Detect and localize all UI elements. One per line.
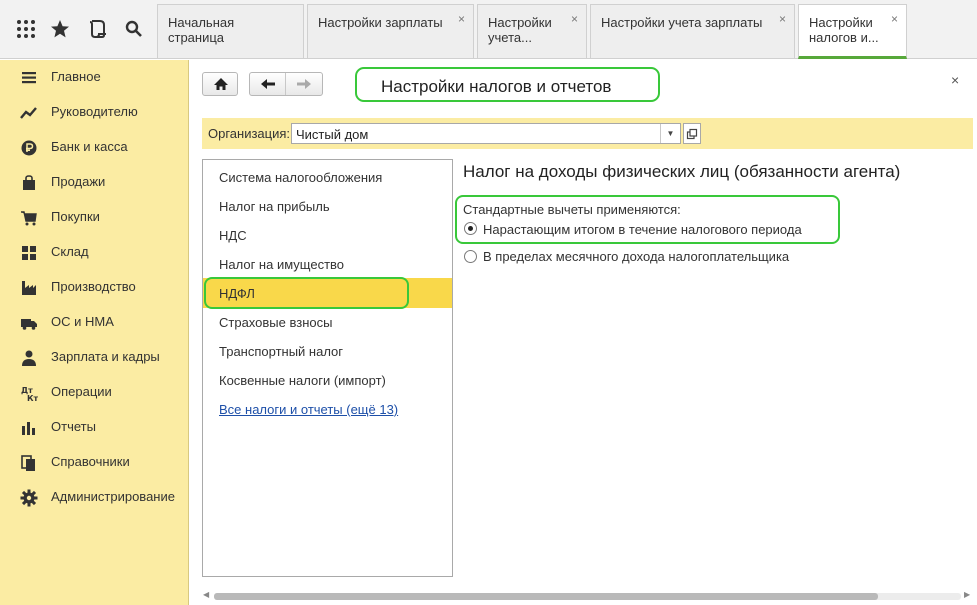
all-taxes-link[interactable]: Все налоги и отчеты (ещё 13): [219, 402, 398, 417]
sidebar-item-warehouse[interactable]: Склад: [0, 239, 189, 267]
truck-icon: [20, 314, 38, 332]
sidebar-item-label: Банк и касса: [51, 139, 128, 154]
sidebar-item-label: ОС и НМА: [51, 314, 114, 329]
cart-icon: [20, 209, 38, 227]
radio-cumulative-label[interactable]: Нарастающим итогом в течение налогового …: [483, 222, 802, 237]
horizontal-scrollbar[interactable]: ◀ ▶: [202, 590, 973, 602]
sidebar-item-reports[interactable]: Отчеты: [0, 414, 189, 442]
chevron-down-icon[interactable]: ▼: [660, 124, 680, 143]
favorites-star-icon[interactable]: [48, 17, 72, 41]
apps-grid-icon[interactable]: [14, 17, 38, 41]
organization-bar: Организация: Чистый дом ▼: [202, 118, 973, 149]
tab-label: Начальная страница: [168, 15, 235, 45]
deductions-group-label: Стандартные вычеты применяются:: [463, 202, 681, 217]
sidebar-item-label: Руководителю: [51, 104, 138, 119]
list-item-insurance[interactable]: Страховые взносы: [219, 315, 332, 330]
sidebar-item-sales[interactable]: Продажи: [0, 169, 189, 197]
tab-label: Настройки учета зарплаты: [601, 15, 763, 30]
list-item-profit-tax[interactable]: Налог на прибыль: [219, 199, 330, 214]
list-item-transport-tax[interactable]: Транспортный налог: [219, 344, 343, 359]
scroll-thumb[interactable]: [214, 593, 878, 600]
svg-text:Кт: Кт: [27, 394, 38, 402]
sidebar-item-admin[interactable]: Администрирование: [0, 484, 189, 512]
sidebar-item-manager[interactable]: Руководителю: [0, 99, 189, 127]
sidebar-item-production[interactable]: Производство: [0, 274, 189, 302]
radio-cumulative[interactable]: [464, 222, 477, 235]
top-toolbar: [0, 0, 156, 59]
sidebar-item-hr[interactable]: Зарплата и кадры: [0, 344, 189, 372]
factory-icon: [20, 279, 38, 297]
tab-accounting-settings[interactable]: Настройки учета... ×: [477, 4, 587, 58]
books-icon: [20, 454, 38, 472]
sidebar-item-label: Покупки: [51, 209, 100, 224]
sidebar-item-label: Администрирование: [51, 489, 175, 504]
sidebar-item-label: Отчеты: [51, 419, 96, 434]
home-button[interactable]: [202, 72, 238, 96]
home-icon: [214, 78, 228, 90]
dt-kt-icon: Дт Кт: [20, 384, 39, 403]
menu-lines-icon: [20, 69, 38, 87]
arrow-left-icon: [261, 79, 275, 89]
ndfl-highlight-box: [204, 277, 409, 309]
back-button[interactable]: [250, 73, 286, 95]
sidebar-item-label: Зарплата и кадры: [51, 349, 160, 364]
list-item-indirect-taxes[interactable]: Косвенные налоги (импорт): [219, 373, 386, 388]
tab-label: Настройки налогов и...: [809, 15, 879, 45]
sidebar-item-purchases[interactable]: Покупки: [0, 204, 189, 232]
sidebar-item-bank[interactable]: Банк и касса: [0, 134, 189, 162]
sidebar-item-label: Главное: [51, 69, 101, 84]
search-icon[interactable]: [122, 17, 146, 41]
sidebar-item-label: Справочники: [51, 454, 130, 469]
sidebar-item-catalogs[interactable]: Справочники: [0, 449, 189, 477]
tab-label: Настройки зарплаты: [318, 15, 443, 30]
trend-chart-icon: [20, 104, 38, 122]
person-icon: [20, 349, 38, 367]
scroll-right-icon[interactable]: ▶: [964, 590, 970, 599]
ruble-coin-icon: [20, 139, 38, 157]
tab-home[interactable]: Начальная страница: [157, 4, 304, 58]
arrow-right-icon: [297, 79, 311, 89]
top-bar: Начальная страница Настройки зарплаты × …: [0, 0, 977, 59]
section-heading: Налог на доходы физических лиц (обязанно…: [463, 162, 901, 181]
warehouse-icon: [20, 244, 38, 262]
sidebar: Главное Руководителю Банк и касса Продаж…: [0, 60, 189, 605]
tax-sections-list: Система налогообложения Налог на прибыль…: [202, 159, 453, 577]
open-organization-button[interactable]: [683, 123, 701, 144]
history-icon[interactable]: [86, 17, 110, 41]
list-item-vat[interactable]: НДС: [219, 228, 247, 243]
sidebar-item-label: Операции: [51, 384, 112, 399]
organization-label: Организация:: [208, 126, 291, 141]
nav-buttons: [249, 72, 323, 96]
page-title-box: Настройки налогов и отчетов: [355, 67, 660, 102]
scroll-left-icon[interactable]: ◀: [203, 590, 209, 599]
tab-close-icon[interactable]: ×: [458, 12, 465, 27]
tab-close-icon[interactable]: ×: [891, 12, 898, 27]
list-item-tax-system[interactable]: Система налогообложения: [219, 170, 382, 185]
close-icon[interactable]: ×: [951, 72, 959, 88]
open-link-icon: [686, 128, 698, 140]
tab-label: Настройки учета...: [488, 15, 552, 45]
tab-tax-settings[interactable]: Настройки налогов и... ×: [798, 4, 907, 59]
tab-close-icon[interactable]: ×: [779, 12, 786, 27]
gear-icon: [20, 489, 38, 507]
list-item-property-tax[interactable]: Налог на имущество: [219, 257, 344, 272]
shopping-bag-icon: [20, 174, 38, 192]
forward-button[interactable]: [287, 73, 322, 95]
page-title: Настройки налогов и отчетов: [381, 77, 612, 96]
tab-salary-settings[interactable]: Настройки зарплаты ×: [307, 4, 474, 58]
sidebar-item-label: Склад: [51, 244, 89, 259]
radio-monthly[interactable]: [464, 250, 477, 263]
radio-monthly-label[interactable]: В пределах месячного дохода налогоплател…: [483, 249, 789, 264]
sidebar-item-operations[interactable]: Дт Кт Операции: [0, 379, 189, 407]
organization-value: Чистый дом: [296, 127, 369, 142]
sidebar-item-label: Продажи: [51, 174, 106, 189]
tab-salary-accounting-settings[interactable]: Настройки учета зарплаты ×: [590, 4, 795, 58]
tab-close-icon[interactable]: ×: [571, 12, 578, 27]
bar-chart-icon: [20, 419, 38, 437]
organization-field[interactable]: Чистый дом ▼: [291, 123, 681, 144]
sidebar-item-fixed-assets[interactable]: ОС и НМА: [0, 309, 189, 337]
sidebar-item-main[interactable]: Главное: [0, 64, 189, 92]
sidebar-item-label: Производство: [51, 279, 136, 294]
